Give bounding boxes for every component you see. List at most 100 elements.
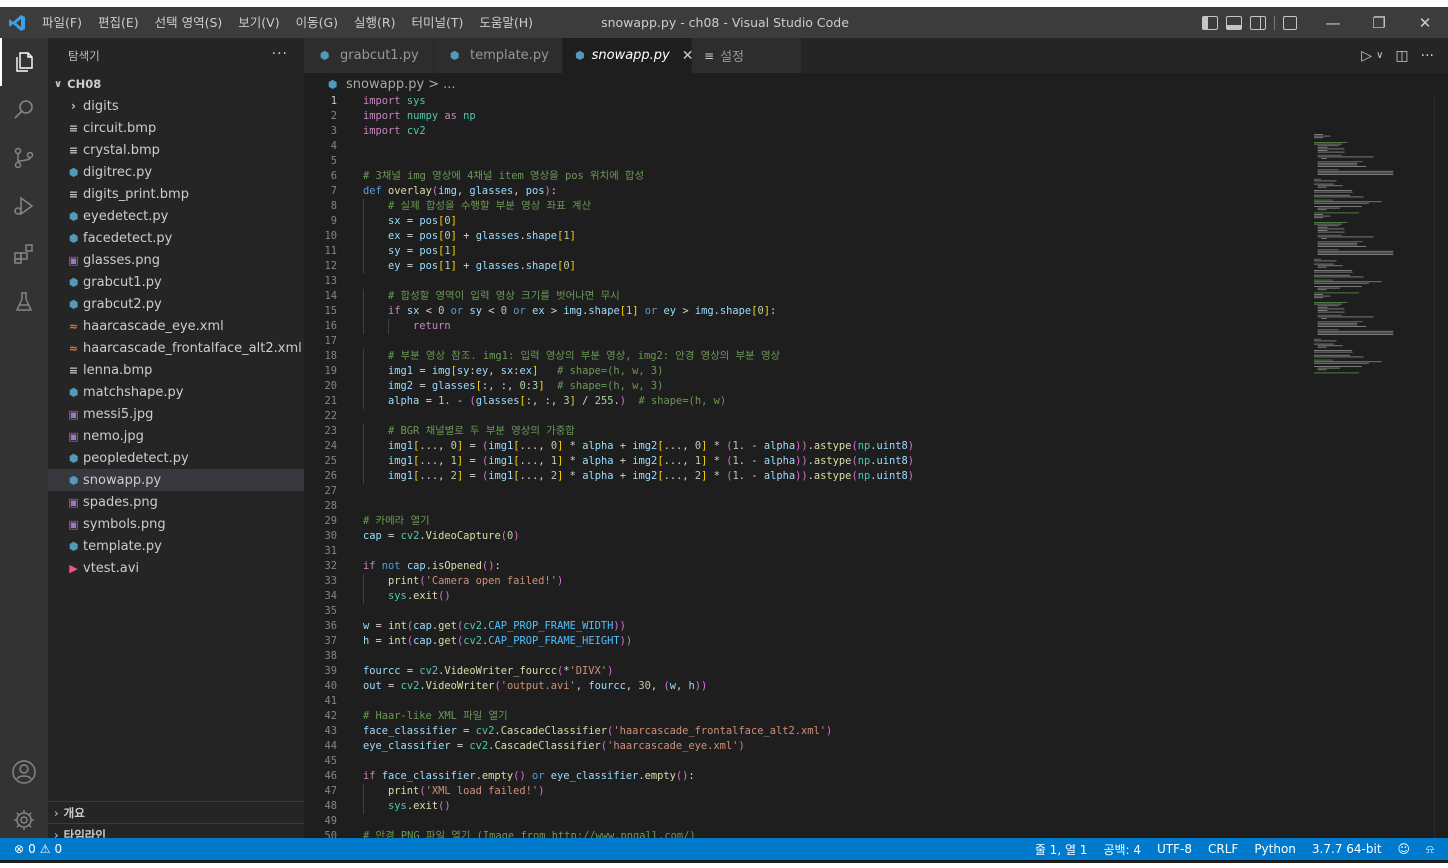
explorer-title: 탐색기: [68, 48, 100, 63]
folder-name: CH08: [67, 77, 102, 91]
minimap-line: [1314, 286, 1362, 287]
settings-gear-icon[interactable]: [0, 796, 48, 844]
tree-file[interactable]: ▣ glasses.png: [48, 249, 304, 271]
menu-run[interactable]: 실행(R): [346, 7, 403, 38]
indentation[interactable]: 공백: 4: [1095, 841, 1149, 858]
menu-selection[interactable]: 선택 영역(S): [147, 7, 231, 38]
tree-item-label: peopledetect.py: [83, 450, 189, 466]
run-python-file-icon[interactable]: ▷: [1361, 48, 1372, 64]
tree-file[interactable]: ⬢ peopledetect.py: [48, 447, 304, 469]
python-interpreter[interactable]: 3.7.7 64-bit: [1304, 842, 1390, 856]
minimap-line: [1314, 351, 1353, 353]
tree-file[interactable]: ⬢ grabcut1.py: [48, 271, 304, 293]
menu-help[interactable]: 도움말(H): [471, 7, 541, 38]
explorer-icon[interactable]: [0, 38, 48, 86]
tree-file[interactable]: ▣ messi5.jpg: [48, 403, 304, 425]
search-icon[interactable]: [0, 86, 48, 134]
more-actions-icon[interactable]: ···: [272, 46, 288, 62]
tree-file[interactable]: ≡ circuit.bmp: [48, 117, 304, 139]
problems-status[interactable]: ⊗ 0 ⚠ 0: [0, 842, 62, 856]
tree-file[interactable]: ≡ lenna.bmp: [48, 359, 304, 381]
code-line: 15 if sx < 0 or sy < 0 or ex > img.shape…: [304, 304, 1314, 319]
minimap-line: [1317, 174, 1394, 175]
minimap-line: [1317, 172, 1394, 174]
more-actions-icon[interactable]: ···: [1421, 48, 1434, 64]
explorer-header: 탐색기 ···: [48, 38, 304, 73]
editor-scrollbar[interactable]: [1434, 94, 1448, 838]
tree-file[interactable]: ⬢ template.py: [48, 535, 304, 557]
tree-file[interactable]: ▶ vtest.avi: [48, 557, 304, 579]
tab-grabcut1[interactable]: ⬢ grabcut1.py: [304, 38, 434, 73]
minimap-line: [1314, 199, 1333, 201]
source-control-icon[interactable]: [0, 134, 48, 182]
menu-view[interactable]: 보기(V): [230, 7, 287, 38]
tree-file[interactable]: ≈ haarcascade_frontalface_alt2.xml: [48, 337, 304, 359]
line-number: 27: [324, 485, 337, 497]
encoding[interactable]: UTF-8: [1149, 842, 1200, 856]
tree-file[interactable]: ≈ haarcascade_eye.xml: [48, 315, 304, 337]
tab-snowapp[interactable]: ⬢ snowapp.py ✕: [563, 38, 694, 73]
cursor-position[interactable]: 줄 1, 열 1: [1027, 841, 1096, 858]
tree-file[interactable]: ⬢ eyedetect.py: [48, 205, 304, 227]
minimap-line: [1314, 143, 1342, 145]
language-mode[interactable]: Python: [1246, 842, 1304, 856]
close-window-icon[interactable]: ✕: [1402, 7, 1448, 38]
menu-go[interactable]: 이동(G): [288, 7, 346, 38]
code-text: if sx < 0 or sy < 0 or ex > img.shape[1]…: [388, 305, 777, 317]
tree-file[interactable]: ⬢ grabcut2.py: [48, 293, 304, 315]
account-icon[interactable]: [0, 748, 48, 796]
feedback-icon[interactable]: ☺: [1390, 842, 1419, 856]
tree-file[interactable]: ⬢ matchshape.py: [48, 381, 304, 403]
split-editor-icon[interactable]: ◫: [1395, 48, 1408, 64]
menu-edit[interactable]: 편집(E): [90, 7, 147, 38]
toggle-secondary-sidebar-icon[interactable]: [1250, 15, 1266, 30]
minimap-line: [1314, 137, 1323, 139]
customize-layout-icon[interactable]: [1283, 15, 1297, 30]
notifications-bell-icon[interactable]: ⍾: [1418, 842, 1448, 857]
chevron-down-icon[interactable]: ∨: [1376, 50, 1383, 61]
code-line: 21 alpha = 1. - (glasses[:, :, 3] / 255.…: [304, 394, 1314, 409]
code-line: 25 img1[..., 1] = (img1[..., 1] * alpha …: [304, 454, 1314, 469]
line-number: 48: [324, 800, 337, 812]
tree-item-label: vtest.avi: [83, 560, 140, 576]
minimize-icon[interactable]: —: [1310, 7, 1356, 38]
image-file-icon: ▣: [68, 407, 79, 421]
folder-header[interactable]: ∨ CH08: [48, 73, 304, 95]
code-line: 42 # Haar-like XML 파일 열기: [304, 709, 1314, 724]
toggle-panel-icon[interactable]: [1226, 15, 1242, 30]
testing-icon[interactable]: [0, 278, 48, 326]
restore-icon[interactable]: ❐: [1356, 7, 1402, 38]
menu-terminal[interactable]: 터미널(T): [404, 7, 472, 38]
code-editor[interactable]: 1 import sys 2 import numpy as np 3 import cv…: [304, 94, 1314, 838]
image-file-icon: ▣: [68, 429, 79, 443]
activity-bar: [0, 38, 48, 838]
minimap-line: [1317, 326, 1367, 327]
tab-template[interactable]: ⬢ template.py: [434, 38, 563, 73]
minimap[interactable]: [1312, 94, 1422, 838]
tree-file[interactable]: ⬢ facedetect.py: [48, 227, 304, 249]
outline-section[interactable]: › 개요: [48, 801, 304, 823]
minimap-line: [1317, 150, 1328, 151]
tree-file[interactable]: ⬢ digitrec.py: [48, 161, 304, 183]
run-debug-icon[interactable]: [0, 182, 48, 230]
extensions-icon[interactable]: [0, 230, 48, 278]
tab-settings[interactable]: ≡ 설정: [692, 38, 802, 73]
toggle-sidebar-icon[interactable]: [1202, 15, 1218, 30]
tree-file[interactable]: ▣ nemo.jpg: [48, 425, 304, 447]
tree-file[interactable]: ≡ digits_print.bmp: [48, 183, 304, 205]
end-of-line[interactable]: CRLF: [1200, 842, 1246, 856]
tree-file[interactable]: ▣ symbols.png: [48, 513, 304, 535]
line-number: 8: [330, 200, 337, 212]
menu-file[interactable]: 파일(F): [34, 7, 90, 38]
code-line: 29 # 카메라 열기: [304, 514, 1314, 529]
breadcrumb-symbol[interactable]: ...: [443, 77, 455, 92]
tree-file[interactable]: ⬢ snowapp.py: [48, 469, 304, 491]
code-line: 48 sys.exit(): [304, 799, 1314, 814]
code-text: w = int(cap.get(cv2.CAP_PROP_FRAME_WIDTH…: [363, 620, 626, 632]
breadcrumb-file[interactable]: snowapp.py: [346, 77, 424, 92]
code-text: # 합성할 영역이 입력 영상 크기를 벗어나면 무시: [388, 290, 620, 302]
code-text: img1 = img[sy:ey, sx:ex] # shape=(h, w, …: [388, 365, 664, 377]
tree-folder[interactable]: › digits: [48, 95, 304, 117]
tree-file[interactable]: ≡ crystal.bmp: [48, 139, 304, 161]
tree-file[interactable]: ▣ spades.png: [48, 491, 304, 513]
